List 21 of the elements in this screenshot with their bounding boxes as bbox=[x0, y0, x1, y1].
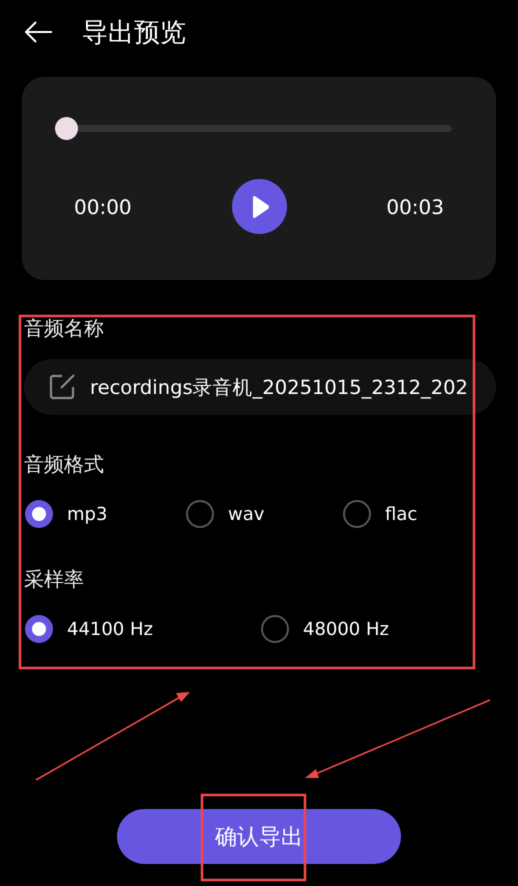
radio-icon bbox=[25, 615, 53, 643]
radio-option[interactable]: 48000 Hz bbox=[261, 615, 389, 643]
section-label: 音频名称 bbox=[24, 315, 105, 342]
edit-icon bbox=[48, 373, 76, 401]
section-label: 音频格式 bbox=[24, 451, 105, 478]
current-time: 00:00 bbox=[74, 194, 132, 218]
radio-icon bbox=[343, 500, 371, 528]
radio-option[interactable]: flac bbox=[343, 500, 418, 528]
total-time: 00:03 bbox=[386, 194, 444, 218]
name-field[interactable]: recordings录音机_20251015_2312_202 bbox=[24, 359, 496, 415]
radio-icon bbox=[261, 615, 289, 643]
radio-icon bbox=[25, 500, 53, 528]
radio-icon bbox=[186, 500, 214, 528]
radio-option[interactable]: 44100 Hz bbox=[25, 615, 153, 643]
section-label: 采样率 bbox=[24, 566, 85, 593]
slider-thumb[interactable] bbox=[55, 117, 78, 140]
back-icon[interactable] bbox=[25, 21, 53, 43]
page-title: 导出预览 bbox=[82, 16, 186, 50]
confirm-button[interactable]: 确认导出 bbox=[117, 809, 401, 864]
radio-option[interactable]: mp3 bbox=[25, 500, 108, 528]
radio-option[interactable]: wav bbox=[186, 500, 264, 528]
